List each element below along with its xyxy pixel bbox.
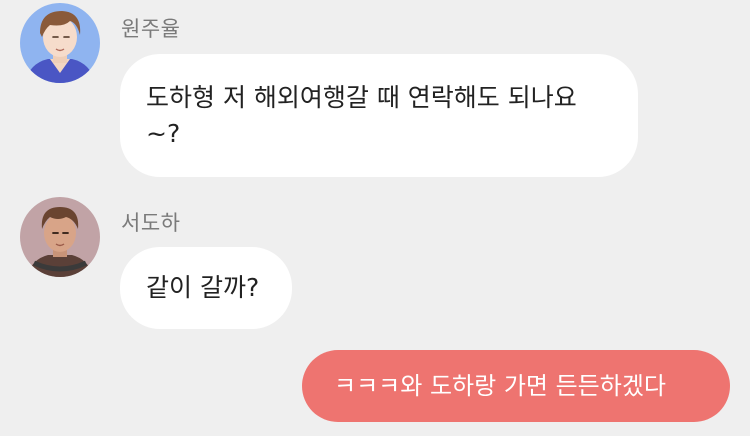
message-bubble-incoming[interactable]: 같이 갈까? xyxy=(120,247,292,329)
young-man-blue-shirt-icon xyxy=(20,3,100,83)
message-bubble-outgoing[interactable]: ㅋㅋㅋ와 도하랑 가면 든든하겠다 xyxy=(302,350,730,422)
message-text: ㅋㅋㅋ와 도하랑 가면 든든하겠다 xyxy=(334,372,667,400)
sender-avatar[interactable] xyxy=(20,197,100,277)
message-text: 같이 갈까? xyxy=(146,273,260,302)
message-bubble-incoming[interactable]: 도하형 저 해외여행갈 때 연락해도 되나요 ~? xyxy=(120,54,638,177)
sender-avatar[interactable] xyxy=(20,3,100,83)
message-text: 도하형 저 해외여행갈 때 연락해도 되나요 ~? xyxy=(146,83,577,148)
young-man-dark-hair-headphones-icon xyxy=(20,197,100,277)
sender-name: 원주율 xyxy=(121,17,181,41)
sender-name: 서도하 xyxy=(121,211,181,235)
